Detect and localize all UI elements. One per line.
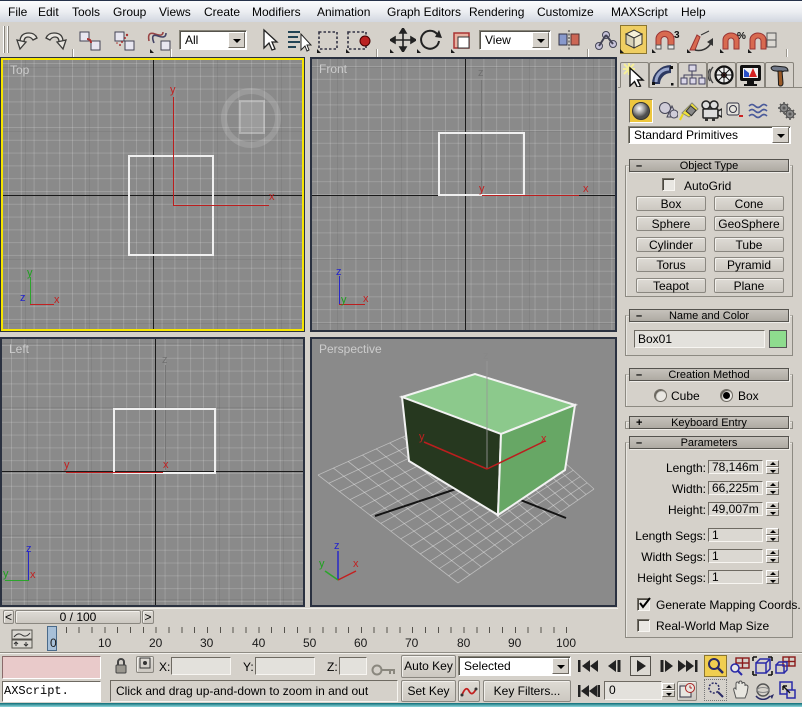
svg-text:y: y: [419, 431, 425, 443]
svg-text:%: %: [737, 31, 746, 42]
svg-text:x: x: [353, 558, 359, 570]
svg-text:x: x: [541, 433, 547, 445]
svg-text:z: z: [483, 350, 489, 362]
svg-text:3: 3: [674, 30, 680, 41]
svg-text:y: y: [319, 558, 325, 570]
svg-text:z: z: [334, 540, 340, 552]
